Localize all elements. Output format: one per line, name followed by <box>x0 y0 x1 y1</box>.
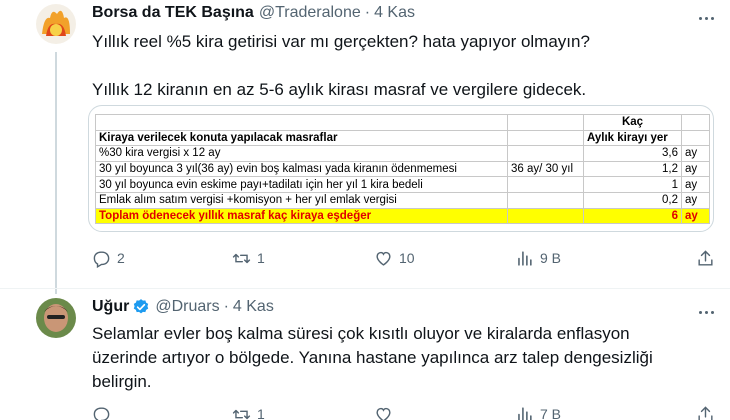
row-note <box>507 145 584 162</box>
avatar-image <box>36 298 76 338</box>
table-row: %30 kira vergisi x 12 ay 3,6 ay <box>95 145 710 162</box>
separator-dot: · <box>223 298 229 315</box>
table-cell <box>681 114 710 131</box>
tweet-text-line: belirgin. <box>92 372 152 391</box>
table-cell <box>507 129 584 147</box>
avatar-image <box>36 4 76 44</box>
share-icon <box>698 249 713 266</box>
timestamp[interactable]: 4 Kas <box>233 298 274 316</box>
row-note: 36 ay/ 30 yıl <box>507 160 584 178</box>
avatar[interactable] <box>36 4 76 44</box>
table-header: Kaç <box>583 114 682 131</box>
share-button[interactable] <box>696 405 715 420</box>
tweet-text-line: Selamlar evler boş kalma süresi çok kısı… <box>92 324 630 343</box>
views-icon <box>518 250 532 266</box>
table-cell <box>95 114 508 131</box>
row-value: 1,2 <box>583 160 682 178</box>
divider <box>0 288 730 289</box>
row-label: 30 yıl boyunca evin eskime payı+tadilatı… <box>95 176 508 193</box>
share-icon <box>698 405 713 420</box>
more-options-icon[interactable] <box>694 304 718 320</box>
reply-icon <box>93 250 110 268</box>
reply-count: 2 <box>117 250 125 266</box>
reply-icon <box>93 406 110 420</box>
tweet-media-image[interactable]: Kaç Kiraya verilecek konuta yapılacak ma… <box>88 105 714 232</box>
table-total-row: Toplam ödenecek yıllık masraf kaç kiraya… <box>95 207 710 225</box>
row-value: 0,2 <box>583 191 682 209</box>
share-button[interactable] <box>696 249 715 268</box>
row-label: 30 yıl boyunca 3 yıl(36 ay) evin boş kal… <box>95 160 508 178</box>
expense-table: Kaç Kiraya verilecek konuta yapılacak ma… <box>95 114 710 225</box>
like-button[interactable] <box>374 405 399 420</box>
row-unit: ay <box>681 176 710 193</box>
timestamp[interactable]: 4 Kas <box>374 4 415 22</box>
table-cell <box>681 129 710 147</box>
tweet-text-line: üzerinde artıyor o bölgede. Yanına hasta… <box>92 348 653 367</box>
display-name[interactable]: Borsa da TEK Başına <box>92 4 254 22</box>
row-note <box>507 191 584 209</box>
total-unit: ay <box>681 207 710 225</box>
row-note <box>507 176 584 193</box>
total-value: 6 <box>583 207 682 225</box>
heart-icon <box>376 407 391 420</box>
row-value: 3,6 <box>583 145 682 162</box>
row-value: 1 <box>583 176 682 193</box>
retweet-icon <box>232 253 251 263</box>
views-count: 9 B <box>540 250 562 266</box>
row-unit: ay <box>681 191 710 209</box>
table-row: 30 yıl boyunca 3 yıl(36 ay) evin boş kal… <box>95 160 710 178</box>
total-label: Toplam ödenecek yıllık masraf kaç kiraya… <box>95 207 508 225</box>
table-row: Emlak alım satım vergisi +komisyon + her… <box>95 191 710 209</box>
table-cell <box>507 114 584 131</box>
retweet-button[interactable]: 1 <box>232 405 265 420</box>
separator-dot: · <box>364 4 371 21</box>
tweet-actions: 1 7 B <box>0 404 730 420</box>
tweet-actions: 2 1 10 9 B <box>0 248 730 268</box>
table-row: 30 yıl boyunca evin eskime payı+tadilatı… <box>95 176 710 193</box>
row-label: Emlak alım satım vergisi +komisyon + her… <box>95 191 508 209</box>
reply-button[interactable] <box>92 405 117 420</box>
table-cell <box>507 207 584 225</box>
views-icon <box>518 406 532 420</box>
retweet-icon <box>232 409 251 419</box>
row-unit: ay <box>681 145 710 162</box>
more-options-icon[interactable] <box>694 10 718 26</box>
row-unit: ay <box>681 160 710 178</box>
views-count: 7 B <box>540 406 562 420</box>
user-handle[interactable]: @Druars <box>155 298 219 316</box>
avatar[interactable] <box>36 298 76 338</box>
tweet-text-line: Yıllık 12 kiranın en az 5-6 aylık kirası… <box>92 80 587 99</box>
like-button[interactable]: 10 <box>374 249 415 268</box>
verified-badge-icon <box>134 299 149 314</box>
retweet-button[interactable]: 1 <box>232 249 265 268</box>
like-count: 10 <box>399 250 415 266</box>
reply-button[interactable]: 2 <box>92 249 125 268</box>
heart-icon <box>376 251 391 266</box>
table-header: Kiraya verilecek konuta yapılacak masraf… <box>95 129 508 147</box>
tweet-text-line: Yıllık reel %5 kira getirisi var mı gerç… <box>92 32 590 51</box>
table-header: Aylık kirayı yer <box>583 129 682 147</box>
tweet-header: Borsa da TEK Başına @Traderalone · 4 Kas <box>92 4 415 22</box>
views-button[interactable]: 7 B <box>515 405 561 420</box>
retweet-count: 1 <box>257 406 265 420</box>
display-name[interactable]: Uğur <box>92 298 129 316</box>
row-label: %30 kira vergisi x 12 ay <box>95 145 508 162</box>
user-handle[interactable]: @Traderalone <box>259 4 361 22</box>
tweet-header: Uğur @Druars · 4 Kas <box>92 298 274 316</box>
views-button[interactable]: 9 B <box>515 249 561 268</box>
retweet-count: 1 <box>257 250 265 266</box>
